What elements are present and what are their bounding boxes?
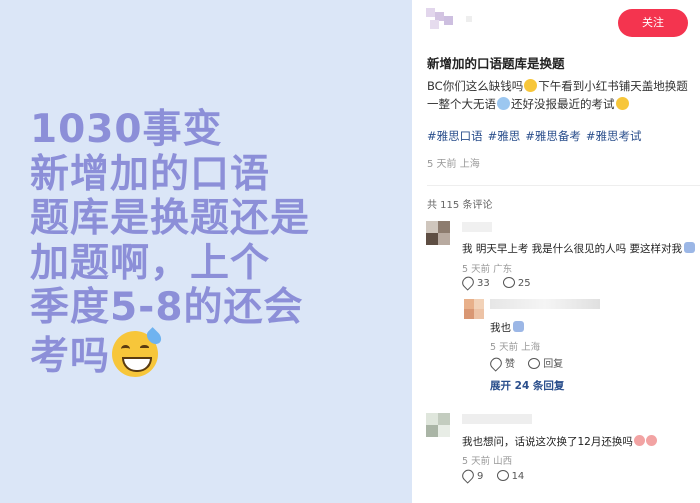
- like-button[interactable]: 33: [459, 274, 490, 291]
- caption-line-5: 季度5-8的还会: [30, 285, 304, 330]
- reply-button[interactable]: 14: [496, 470, 525, 482]
- author-bar: 关注: [412, 0, 700, 46]
- reply-count: 25: [517, 278, 531, 289]
- heart-icon: [487, 355, 505, 372]
- post-meta: 5 天前 上海: [427, 159, 480, 170]
- pig-emoji-icon: [633, 435, 645, 446]
- like-count: 9: [477, 471, 484, 482]
- post-body-part-4: 还好没报最近的考试: [511, 97, 615, 111]
- author-name-redacted[interactable]: [466, 16, 472, 22]
- crying-laughing-emoji-icon: [524, 79, 538, 92]
- like-button[interactable]: 9: [459, 467, 484, 484]
- comment-meta: 5 天前 山西: [462, 456, 513, 467]
- post-body-part-2: 下午看到小红书铺天盖地换题: [538, 79, 688, 93]
- follow-button[interactable]: 关注: [618, 9, 688, 37]
- comment-text-content: 我也想问，话说这次换了12月还换吗: [462, 436, 633, 448]
- reply-button[interactable]: 25: [502, 277, 531, 289]
- comment-text: 我也想问，话说这次换了12月还换吗: [462, 434, 657, 449]
- author-avatar[interactable]: [426, 8, 458, 32]
- fearful-emoji-icon: [497, 97, 510, 110]
- reply-count: 14: [511, 471, 525, 482]
- reply-actions: 赞 回复: [487, 355, 573, 372]
- tag-ielts-speaking[interactable]: #雅思口语: [427, 129, 483, 143]
- comment-actions: 9 14: [459, 467, 534, 484]
- caption-line-1: 1030事变: [30, 107, 223, 152]
- commenter-name-redacted[interactable]: [462, 414, 532, 424]
- commenter-avatar[interactable]: [426, 221, 458, 251]
- comment-count: 共 115 条评论: [427, 200, 493, 211]
- comment-bubble-icon: [496, 470, 509, 481]
- caption-line-6-wrap: 考吗: [30, 326, 410, 380]
- divider: [427, 185, 700, 186]
- reply-reply-button[interactable]: 回复: [528, 355, 563, 370]
- tag-list: #雅思口语 #雅思 #雅思备考 #雅思考试: [427, 128, 647, 144]
- reply-meta: 5 天前 上海: [490, 342, 541, 353]
- caption-line-4: 加题啊，上个: [30, 240, 271, 286]
- caption-line-2: 新增加的口语: [30, 151, 271, 197]
- reply-like-button[interactable]: 赞: [487, 355, 515, 372]
- emoji-icon: [684, 242, 696, 253]
- sad-emoji-icon: [615, 97, 629, 110]
- expand-replies-link[interactable]: 展开 24 条回复: [490, 378, 564, 393]
- caption-line-6: 考吗: [30, 333, 111, 379]
- post-image[interactable]: 1030事变 新增加的口语 题库是换题还是 加题啊，上个 季度5-8的还会 考吗: [0, 0, 412, 503]
- post-body-part-3: 一整个大无语: [427, 97, 496, 111]
- comment-meta: 5 天前 广东: [462, 264, 513, 275]
- tag-ielts-prep[interactable]: #雅思备考: [525, 129, 581, 143]
- reply-text-content: 我也: [490, 322, 511, 334]
- tag-ielts-exam[interactable]: #雅思考试: [586, 129, 642, 143]
- comment-bubble-icon: [528, 358, 541, 369]
- pig-emoji-icon: [645, 435, 657, 446]
- emoji-icon: [513, 321, 524, 332]
- reply-text: 我也: [490, 320, 524, 335]
- commenter-name-redacted[interactable]: [462, 222, 492, 232]
- sweat-smile-emoji-icon: [112, 326, 164, 377]
- reply-names-redacted[interactable]: [490, 299, 600, 309]
- like-label: 赞: [505, 359, 515, 370]
- comment-text-content: 我 明天早上考 我是什么很见的人吗 要这样对我: [462, 243, 683, 255]
- like-count: 33: [477, 278, 490, 289]
- caption-line-3: 题库是换题还是: [30, 196, 311, 241]
- comment-bubble-icon: [502, 277, 515, 288]
- commenter-avatar[interactable]: [426, 413, 458, 443]
- reply-avatar[interactable]: [464, 299, 484, 319]
- reply-label: 回复: [543, 359, 564, 370]
- post-detail-panel: 关注 新增加的口语题库是换题 BC你们这么缺钱吗 下午看到小红书铺天盖地换题 一整…: [412, 0, 700, 503]
- tag-ielts[interactable]: #雅思: [488, 129, 521, 143]
- image-caption: 1030事变 新增加的口语 题库是换题还是 加题啊，上个 季度5-8的还会 考吗: [30, 107, 410, 380]
- heart-icon: [459, 274, 477, 291]
- post-title: 新增加的口语题库是换题: [427, 56, 565, 71]
- post-body-part-1: BC你们这么缺钱吗: [427, 79, 524, 93]
- heart-icon: [459, 467, 477, 484]
- post-body: BC你们这么缺钱吗 下午看到小红书铺天盖地换题 一整个大无语 还好没报最近的考试: [427, 77, 693, 113]
- comment-actions: 33 25: [459, 274, 541, 291]
- comment-text: 我 明天早上考 我是什么很见的人吗 要这样对我: [462, 241, 696, 256]
